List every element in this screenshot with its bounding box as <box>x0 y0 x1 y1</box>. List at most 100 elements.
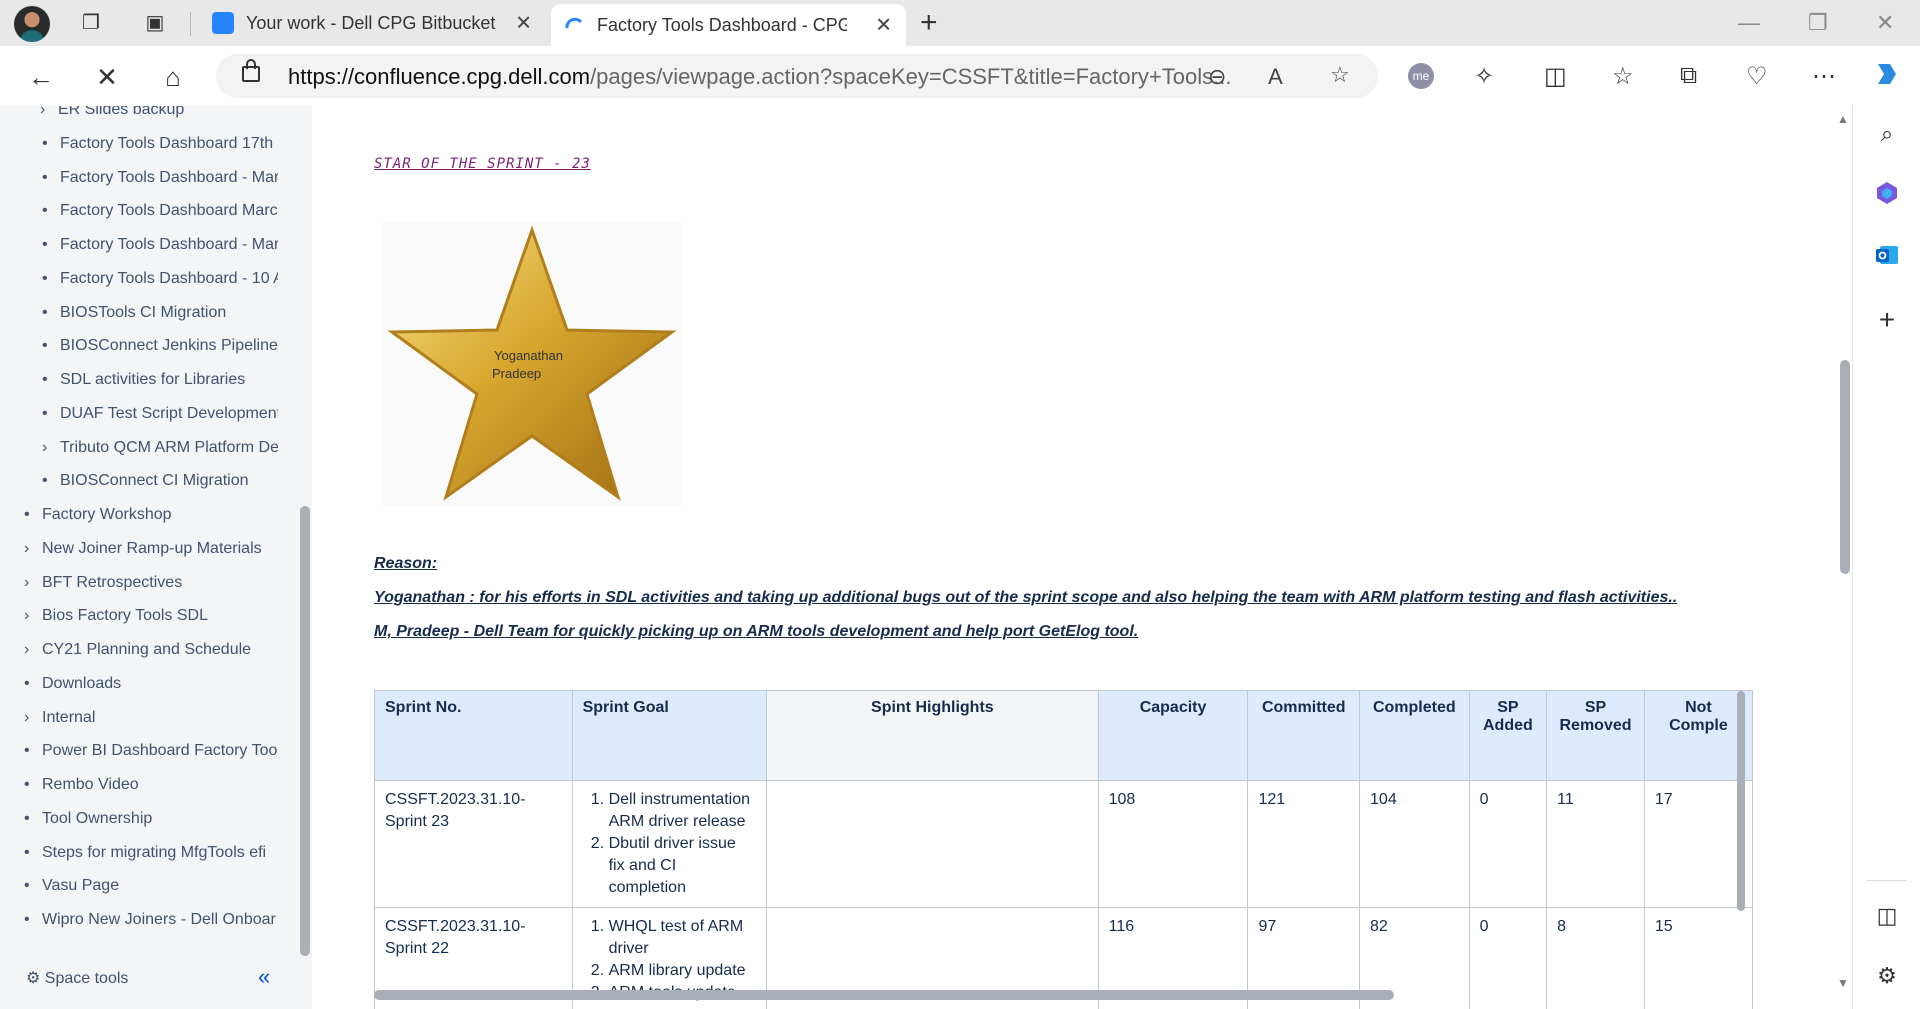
cell-sp-removed: 8 <box>1546 907 1645 1009</box>
split-screen-icon[interactable]: ◫ <box>1544 62 1567 91</box>
divider <box>1867 880 1907 881</box>
tree-item[interactable]: • Factory Tools Dashboard Marcl <box>42 202 278 220</box>
tree-item[interactable]: • Downloads <box>24 675 278 693</box>
tab-confluence[interactable]: Factory Tools Dashboard - CPG S ✕ <box>551 4 906 46</box>
tree-item[interactable]: • Rembo Video <box>24 776 278 794</box>
tab-title: Factory Tools Dashboard - CPG S <box>597 14 847 35</box>
sidebar-scrollbar[interactable] <box>300 506 310 956</box>
tree-item[interactable]: › CY21 Planning and Schedule <box>24 641 278 659</box>
sidebar-toggle-icon[interactable]: ◫ <box>1873 902 1901 930</box>
browser-essentials-icon[interactable]: ♡ <box>1746 62 1768 91</box>
outlook-icon[interactable] <box>1873 242 1901 270</box>
tree-item[interactable]: › Internal <box>24 709 278 727</box>
profile-avatar[interactable] <box>14 6 50 42</box>
tree-item[interactable]: › ER Slides backup <box>40 106 184 119</box>
cell-goals: Dell instrumentation ARM driver release … <box>571 780 768 908</box>
tree-item[interactable]: • Power BI Dashboard Factory Tool <box>24 742 278 760</box>
tree-item[interactable]: › Bios Factory Tools SDL <box>24 607 278 625</box>
collapse-sidebar-button[interactable]: « <box>258 964 270 990</box>
table-horizontal-scrollbar[interactable] <box>374 990 1394 1000</box>
zoom-out-icon[interactable]: ⊖ <box>1208 64 1226 90</box>
tree-item[interactable]: • BIOSConnect Jenkins Pipeline / <box>42 337 278 355</box>
table-vertical-scrollbar[interactable] <box>1737 691 1745 911</box>
tree-item[interactable]: • DUAF Test Script Development <box>42 405 278 423</box>
favorites-icon[interactable]: ☆ <box>1612 62 1634 91</box>
cell-sp-added: 0 <box>1468 780 1548 908</box>
search-icon[interactable]: ⌕ <box>1873 120 1901 148</box>
tree-item[interactable]: • Factory Tools Dashboard - Mar <box>42 169 278 187</box>
tree-item[interactable]: › Tributo QCM ARM Platform De <box>42 439 278 457</box>
tree-item[interactable]: • Factory Workshop <box>24 506 278 524</box>
reason-text-1: Yoganathan : for his efforts in SDL acti… <box>374 589 1678 606</box>
tree-item[interactable]: • BIOSConnect CI Migration <box>42 472 278 490</box>
reason-text-2: M, Pradeep - Dell Team for quickly picki… <box>374 623 1139 640</box>
tab-title: Your work - Dell CPG Bitbucket <box>246 12 496 33</box>
tree-item[interactable]: • Factory Tools Dashboard 17th I <box>42 135 278 153</box>
table-header-row: Sprint No. Sprint Goal Spint Highlights … <box>374 690 1753 781</box>
star-name-2: Pradeep <box>492 366 541 381</box>
m365-icon[interactable] <box>1873 180 1901 208</box>
scroll-up-arrow-icon[interactable]: ▲ <box>1837 112 1849 126</box>
stop-loading-button[interactable]: ✕ <box>90 60 124 94</box>
tree-item[interactable]: › New Joiner Ramp-up Materials <box>24 540 278 558</box>
close-window-icon[interactable]: ✕ <box>1876 10 1894 36</box>
gear-icon: ⚙ <box>26 970 41 987</box>
close-icon[interactable]: ✕ <box>875 13 892 38</box>
col-completed: Completed <box>1359 690 1470 781</box>
page-scrollbar[interactable] <box>1840 360 1850 574</box>
restore-icon[interactable]: ❐ <box>1808 10 1828 36</box>
bitbucket-icon <box>212 12 234 34</box>
tree-item[interactable]: • Factory Tools Dashboard - 10 A <box>42 270 278 288</box>
cell-capacity: 108 <box>1097 780 1249 908</box>
star-of-sprint-heading: STAR OF THE SPRINT - 23 <box>374 156 591 172</box>
cell-highlights <box>766 780 1099 908</box>
scroll-down-arrow-icon[interactable]: ▼ <box>1837 976 1849 990</box>
cell-sp-added: 0 <box>1468 907 1548 1009</box>
back-button[interactable]: ← <box>24 60 58 94</box>
new-tab-button[interactable]: + <box>920 6 938 40</box>
cell-sprint: CSSFT.2023.31.10-Sprint 23 <box>374 780 573 908</box>
close-icon[interactable]: ✕ <box>515 11 532 36</box>
lock-icon[interactable] <box>242 59 260 82</box>
tree-item[interactable]: • Wipro New Joiners - Dell Onboar <box>24 911 278 929</box>
more-menu-icon[interactable]: ⋯ <box>1812 62 1836 91</box>
settings-gear-icon[interactable]: ⚙ <box>1873 962 1901 990</box>
workspaces-icon[interactable]: ❐ <box>78 10 104 36</box>
tree-item[interactable]: • Tool Ownership <box>24 810 278 828</box>
add-icon[interactable]: + <box>1873 306 1901 334</box>
sprint-table-container[interactable]: Sprint No. Sprint Goal Spint Highlights … <box>374 690 1753 1009</box>
copilot-icon[interactable] <box>1870 58 1902 97</box>
tree-item[interactable]: • SDL activities for Libraries <box>42 371 278 389</box>
read-aloud-icon[interactable]: A <box>1268 64 1283 90</box>
space-tools-button[interactable]: ⚙ Space tools <box>26 968 128 988</box>
tree-item[interactable]: › BFT Retrospectives <box>24 574 278 592</box>
address-bar[interactable]: https://confluence.cpg.dell.com/pages/vi… <box>216 54 1378 98</box>
goal-item: ARM library update <box>609 960 756 982</box>
tree-item[interactable]: • Factory Tools Dashboard - Mar <box>42 236 278 254</box>
goal-item: Dell instrumentation ARM driver release <box>609 789 756 833</box>
vertical-tabs-icon[interactable]: ▣ <box>142 10 168 36</box>
table-row: CSSFT.2023.31.10-Sprint 23 Dell instrume… <box>374 780 1753 908</box>
collections-icon[interactable]: ⧉ <box>1680 62 1697 90</box>
minimize-icon[interactable]: — <box>1738 10 1760 36</box>
col-committed: Committed <box>1247 690 1361 781</box>
space-tools-label: Space tools <box>44 970 129 987</box>
star-image: Yoganathan Pradeep <box>382 222 682 507</box>
tree-item[interactable]: • Vasu Page <box>24 877 278 895</box>
tree-item[interactable]: • BIOSTools CI Migration <box>42 304 278 322</box>
url-text[interactable]: https://confluence.cpg.dell.com/pages/vi… <box>288 64 1398 90</box>
col-sprint-goal: Sprint Goal <box>571 690 768 781</box>
edge-sidebar: ⌕ + ◫ ⚙ <box>1852 106 1920 1009</box>
col-sp-removed: SP Removed <box>1546 690 1645 781</box>
page-tree-sidebar: › ER Slides backup • Factory Tools Dashboa… <box>0 106 312 1009</box>
col-capacity: Capacity <box>1097 690 1249 781</box>
extension-me-icon[interactable]: me <box>1408 63 1434 89</box>
tree-item[interactable]: • Steps for migrating MfgTools efi <box>24 844 278 862</box>
favorite-star-icon[interactable]: ☆ <box>1330 62 1350 88</box>
tab-bitbucket[interactable]: Your work - Dell CPG Bitbucket ✕ <box>200 0 546 46</box>
home-button[interactable]: ⌂ <box>156 60 190 94</box>
cell-sp-removed: 11 <box>1546 780 1645 908</box>
extensions-icon[interactable]: ✧ <box>1474 62 1494 91</box>
goal-item: WHQL test of ARM driver <box>609 916 756 960</box>
page-content: STAR OF THE SPRINT - 23 Yoganathan Prade… <box>312 106 1852 1009</box>
